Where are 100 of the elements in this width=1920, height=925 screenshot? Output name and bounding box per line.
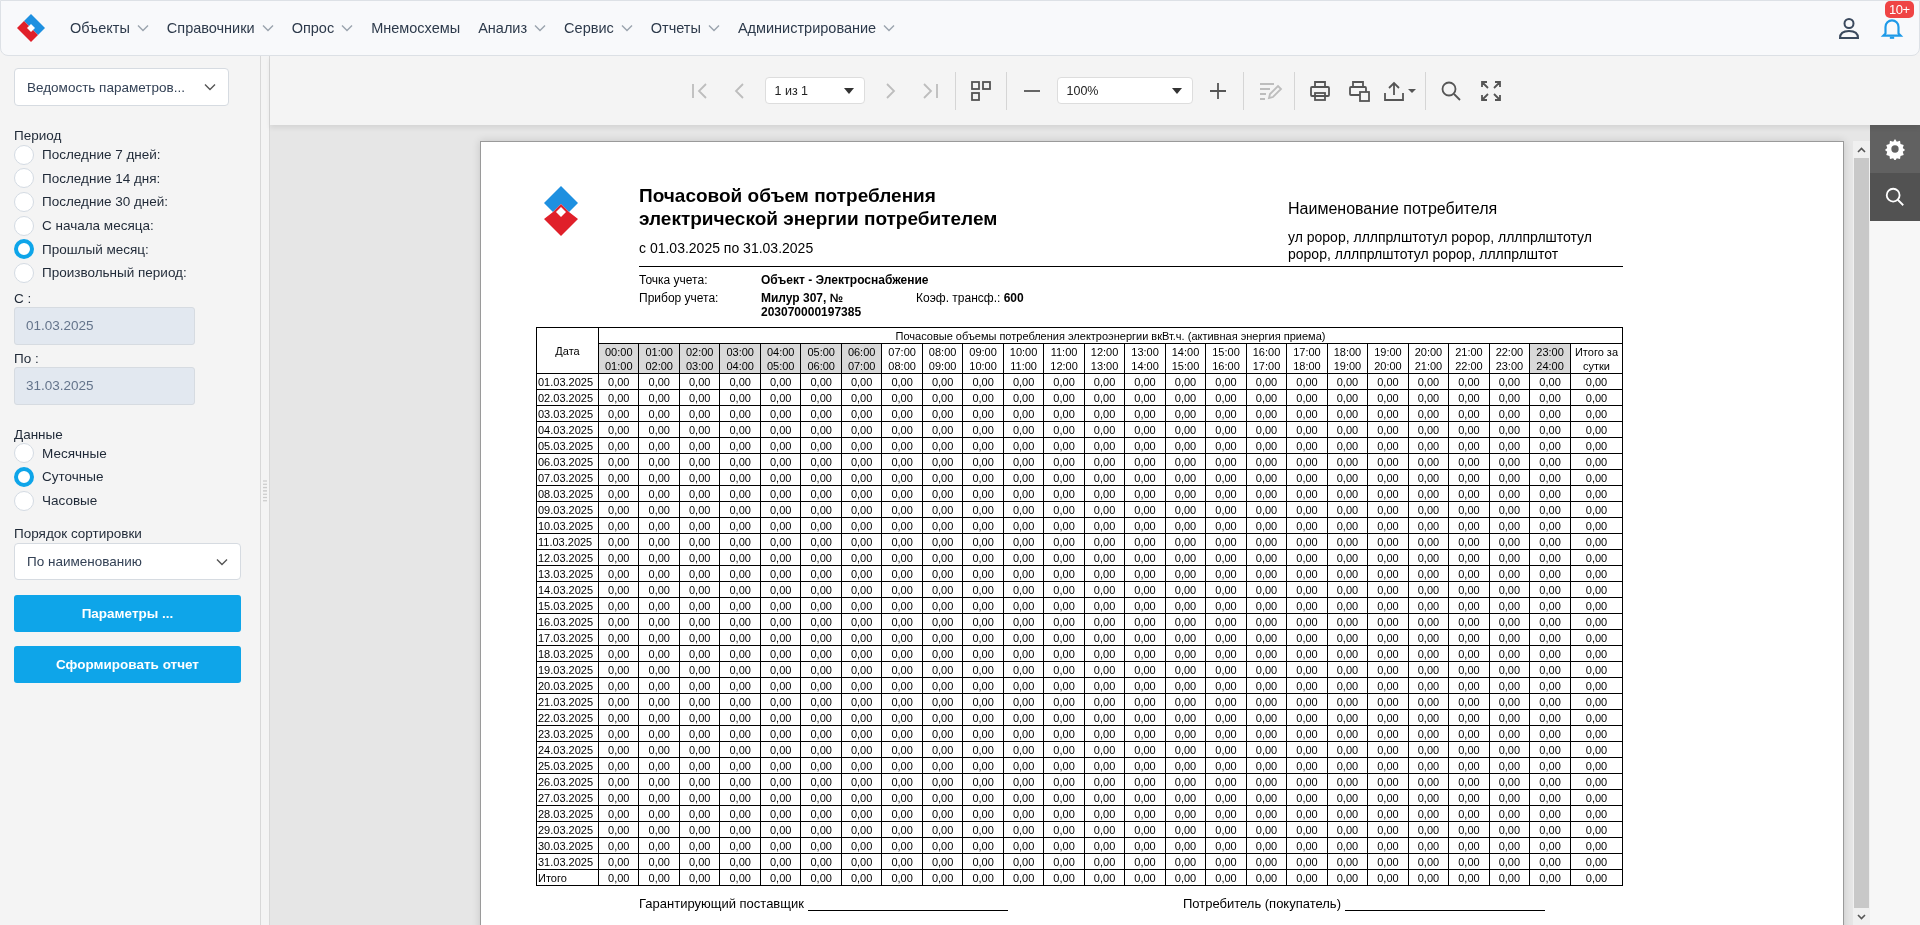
value-cell: 0,00 xyxy=(760,805,801,822)
page-dropdown[interactable]: 1 из 1 xyxy=(764,77,865,104)
value-cell: 0,00 xyxy=(1124,517,1166,534)
menu-item[interactable]: Анализ xyxy=(469,12,556,44)
radio-label[interactable]: Суточные xyxy=(42,469,104,485)
value-cell: 0,00 xyxy=(598,805,639,822)
date-cell: 27.03.2025 xyxy=(536,789,599,806)
value-cell: 0,00 xyxy=(1367,805,1409,822)
value-cell: 0,00 xyxy=(1327,693,1368,710)
value-cell: 0,00 xyxy=(1367,373,1409,390)
value-cell: 0,00 xyxy=(1529,549,1571,566)
value-cell: 0,00 xyxy=(1246,421,1287,438)
value-cell: 0,00 xyxy=(598,517,639,534)
sort-dropdown[interactable]: По наименованию xyxy=(14,543,241,581)
field-label: С : xyxy=(14,290,33,306)
radio-label[interactable]: Последние 30 дней: xyxy=(42,194,169,210)
value-cell: 0,00 xyxy=(1529,517,1571,534)
value-cell: 0,00 xyxy=(719,677,761,694)
value-cell: 0,00 xyxy=(1286,725,1328,742)
value-cell: 0,00 xyxy=(1246,469,1287,486)
value-cell: 0,00 xyxy=(1286,677,1328,694)
group-header: Почасовые объемы потребления электроэнергии вкВт.ч. (активная энергия приема) xyxy=(598,327,1623,344)
menu-item[interactable]: Администрирование xyxy=(728,12,905,44)
scrollbar[interactable] xyxy=(1853,141,1870,925)
value-cell: 0,00 xyxy=(1165,581,1206,598)
settings-tab[interactable] xyxy=(1870,125,1920,173)
value-cell: 0,00 xyxy=(922,677,963,694)
menu-item[interactable]: Справочники xyxy=(157,12,283,44)
scroll-up-icon[interactable] xyxy=(1857,146,1866,153)
value-cell: 0,00 xyxy=(1529,757,1571,774)
value-cell: 0,00 xyxy=(1529,725,1571,742)
value-cell: 0,00 xyxy=(962,869,1004,886)
value-cell: 0,00 xyxy=(1489,853,1530,870)
value-cell: 0,00 xyxy=(1367,405,1409,422)
scrollbar-thumb[interactable] xyxy=(1854,158,1869,908)
value-cell: 0,00 xyxy=(1205,837,1247,854)
radio-label[interactable]: Произвольный период: xyxy=(42,265,187,281)
chevron-right-icon xyxy=(884,82,895,99)
value-cell: 0,00 xyxy=(922,645,963,662)
menu-item[interactable]: Объекты xyxy=(61,12,158,44)
value-cell: 0,00 xyxy=(1286,789,1328,806)
value-cell: 0,00 xyxy=(1529,389,1571,406)
value-cell: 0,00 xyxy=(1246,645,1287,662)
zoom-dropdown[interactable]: 100% xyxy=(1056,77,1193,104)
scroll-down-icon[interactable] xyxy=(1857,913,1866,920)
value-cell: 0,00 xyxy=(1003,565,1044,582)
report-dropdown[interactable]: Ведомость параметров... xyxy=(14,68,229,106)
value-cell: 0,00 xyxy=(1286,597,1328,614)
search-tab[interactable] xyxy=(1870,173,1920,221)
value-cell: 0,00 xyxy=(1448,597,1490,614)
value-cell: 0,00 xyxy=(1043,741,1085,758)
value-cell: 0,00 xyxy=(1043,773,1085,790)
user-icon[interactable] xyxy=(1837,16,1861,40)
value-cell: 0,00 xyxy=(1084,789,1125,806)
radio-label[interactable]: Последние 7 дней: xyxy=(42,147,161,163)
menu-item[interactable]: Сервис xyxy=(555,12,642,44)
info-label: Точка учета: xyxy=(639,273,709,287)
hour-header: 17:00 18:00 xyxy=(1286,343,1328,374)
value-cell: 0,00 xyxy=(1448,725,1490,742)
radio-button[interactable] xyxy=(14,466,34,487)
value-cell: 0,00 xyxy=(1367,485,1409,502)
value-cell: 0,00 xyxy=(1570,565,1623,582)
value-cell: 0,00 xyxy=(1165,533,1206,550)
hour-header: 16:00 17:00 xyxy=(1246,343,1287,374)
value-cell: 0,00 xyxy=(1165,821,1206,838)
value-cell: 0,00 xyxy=(1286,773,1328,790)
value-cell: 0,00 xyxy=(962,741,1004,758)
value-cell: 0,00 xyxy=(922,773,963,790)
value-cell: 0,00 xyxy=(841,789,882,806)
menu-item[interactable]: Мнемосхемы xyxy=(362,12,470,44)
menu-item[interactable]: Отчеты xyxy=(641,12,729,44)
value-cell: 0,00 xyxy=(1448,549,1490,566)
value-cell: 0,00 xyxy=(1448,661,1490,678)
radio-label[interactable]: Часовые xyxy=(42,493,98,509)
value-cell: 0,00 xyxy=(719,853,761,870)
value-cell: 0,00 xyxy=(1489,661,1530,678)
radio-label[interactable]: Месячные xyxy=(42,445,107,461)
value-cell: 0,00 xyxy=(1003,757,1044,774)
value-cell: 0,00 xyxy=(962,405,1004,422)
value-cell: 0,00 xyxy=(1003,725,1044,742)
radio-label[interactable]: С начала месяца: xyxy=(42,218,154,234)
value-cell: 0,00 xyxy=(922,373,963,390)
radio-button[interactable] xyxy=(14,239,34,260)
value-cell: 0,00 xyxy=(598,661,639,678)
value-cell: 0,00 xyxy=(1043,837,1085,854)
menu-item[interactable]: Опрос xyxy=(282,12,363,44)
radio-label[interactable]: Последние 14 дня: xyxy=(42,170,161,186)
value-cell: 0,00 xyxy=(719,757,761,774)
value-cell: 0,00 xyxy=(1165,373,1206,390)
value-cell: 0,00 xyxy=(1448,629,1490,646)
value-cell: 0,00 xyxy=(800,565,842,582)
value-cell: 0,00 xyxy=(679,469,720,486)
value-cell: 0,00 xyxy=(1246,549,1287,566)
value-cell: 0,00 xyxy=(1367,421,1409,438)
value-cell: 0,00 xyxy=(1246,501,1287,518)
radio-label[interactable]: Прошлый месяц: xyxy=(42,241,149,257)
value-cell: 0,00 xyxy=(1327,629,1368,646)
value-cell: 0,00 xyxy=(1327,501,1368,518)
value-cell: 0,00 xyxy=(1003,629,1044,646)
value-cell: 0,00 xyxy=(1043,709,1085,726)
